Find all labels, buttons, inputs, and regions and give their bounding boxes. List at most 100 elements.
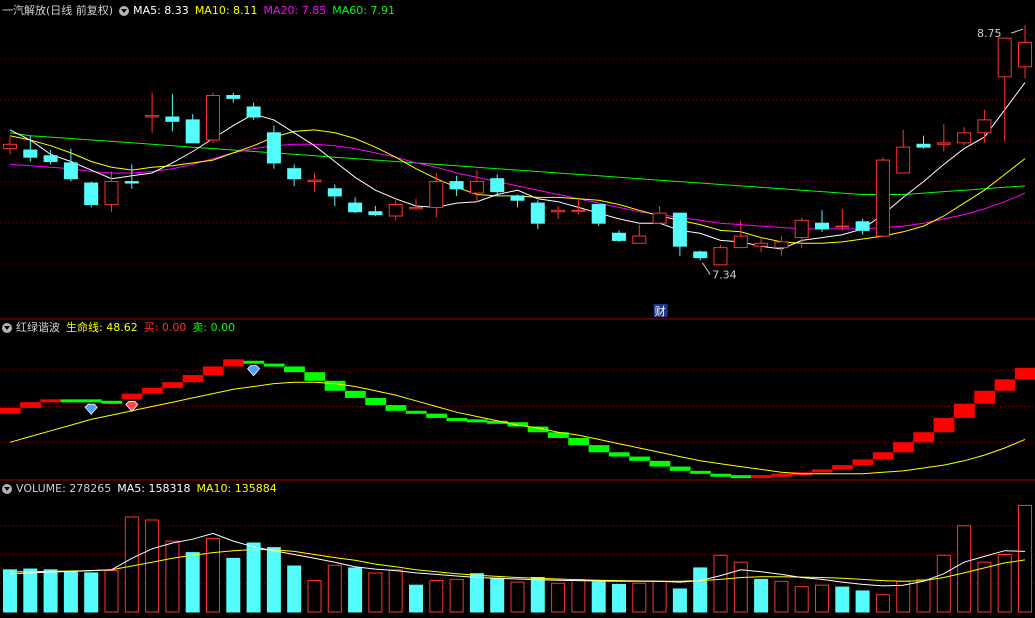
harmonic-green-block <box>710 473 732 477</box>
diamond-blue-icon <box>84 403 98 415</box>
volume-bar <box>409 584 423 613</box>
volume-bar <box>632 582 647 613</box>
high-price-arrow <box>1010 28 1024 34</box>
candle-body <box>409 206 423 210</box>
volume-ma5-line <box>9 532 1026 587</box>
harmonic-red-block <box>121 393 143 400</box>
volume-bar <box>429 580 444 613</box>
volume-bar <box>266 547 281 613</box>
candle-body <box>63 162 78 180</box>
candle-body <box>977 119 992 134</box>
harmonic-green-block <box>568 437 590 446</box>
candle-body <box>835 225 850 228</box>
harmonic-red-block <box>202 366 224 376</box>
harmonic-green-block <box>101 400 123 404</box>
volume-bar <box>815 584 829 613</box>
candle-body <box>794 219 809 239</box>
harmonic-red-block <box>223 359 244 367</box>
volume-bar <box>145 519 160 613</box>
harmonic-green-block <box>629 456 650 461</box>
volume-bar <box>348 567 363 613</box>
harmonic-red-block <box>141 387 163 394</box>
harmonic-green-block <box>608 452 630 457</box>
candle-body <box>43 155 58 162</box>
harmonic-green-block <box>324 380 346 391</box>
candle-body <box>652 212 667 224</box>
harmonic-red-block <box>811 469 833 473</box>
volume-bar <box>185 552 200 613</box>
harmonic-red-block <box>182 375 204 383</box>
chart-canvas[interactable]: 8.75 7.34 财 <box>0 0 1035 618</box>
candle-body <box>469 181 484 194</box>
volume-bar <box>287 565 302 613</box>
volume-bar <box>23 568 38 613</box>
high-price-label: 8.75 <box>977 27 1002 40</box>
ma5-line <box>9 82 1026 250</box>
volume-bar <box>713 554 728 613</box>
volume-bar <box>490 577 505 613</box>
harmonic-green-block <box>426 413 447 418</box>
volume-bar <box>226 557 241 613</box>
volume-bar <box>652 580 667 613</box>
candle-body <box>84 182 99 206</box>
candle-body <box>246 106 261 118</box>
volume-bar <box>84 572 99 613</box>
volume-bar <box>591 581 606 613</box>
candle-body <box>612 232 626 241</box>
candle-body <box>104 181 119 206</box>
candle-body <box>896 146 911 174</box>
volume-bar <box>896 580 911 613</box>
volume-bar <box>327 564 342 613</box>
candle-body <box>226 94 241 99</box>
volume-bar <box>936 554 951 613</box>
harmonic-green-block <box>263 363 285 367</box>
volume-bar <box>612 583 626 613</box>
candle-body <box>287 168 302 180</box>
volume-bar <box>206 537 220 613</box>
volume-bar <box>916 578 931 613</box>
harmonic-green-block <box>649 460 671 467</box>
ma10-line <box>9 129 1026 244</box>
harmonic-green-block <box>60 399 82 403</box>
volume-bar <box>449 578 464 613</box>
volume-bar <box>3 569 17 613</box>
harmonic-red-block <box>40 399 62 403</box>
volume-bar <box>165 540 180 613</box>
ma20-line <box>9 143 1026 230</box>
harmonic-green-block <box>730 475 752 479</box>
volume-bar <box>43 569 58 613</box>
candle-body <box>185 119 200 144</box>
volume-bar <box>774 580 789 613</box>
candle-body <box>997 37 1012 78</box>
candle-body <box>591 204 606 224</box>
volume-bar <box>307 580 322 613</box>
candle-body <box>490 178 505 193</box>
harmonic-green-block <box>669 466 691 471</box>
candle-body <box>388 204 403 217</box>
volume-bar <box>104 570 119 613</box>
volume-bar <box>794 586 809 613</box>
volume-bar <box>510 581 525 613</box>
harmonic-green-block <box>284 366 305 373</box>
candle-body <box>530 202 545 224</box>
harmonic-red-block <box>953 403 975 418</box>
candle-body <box>327 188 342 197</box>
event-badge: 财 <box>655 304 666 318</box>
candle-body <box>693 251 708 259</box>
volume-bar <box>754 578 769 613</box>
volume-bar <box>1018 504 1032 613</box>
volume-bar <box>124 516 139 613</box>
low-price-label: 7.34 <box>712 269 737 282</box>
candle-body <box>307 179 322 183</box>
harmonic-green-block <box>81 399 102 403</box>
volume-bar <box>571 578 586 613</box>
harmonic-red-block <box>913 432 935 443</box>
candle-body <box>449 181 464 190</box>
harmonic-red-block <box>1014 367 1035 380</box>
volume-bar <box>551 582 566 613</box>
volume-bar <box>246 542 261 613</box>
candle-body <box>916 143 931 148</box>
harmonic-red-block <box>872 452 894 460</box>
candle-body <box>551 209 566 213</box>
candle-body <box>875 159 890 237</box>
